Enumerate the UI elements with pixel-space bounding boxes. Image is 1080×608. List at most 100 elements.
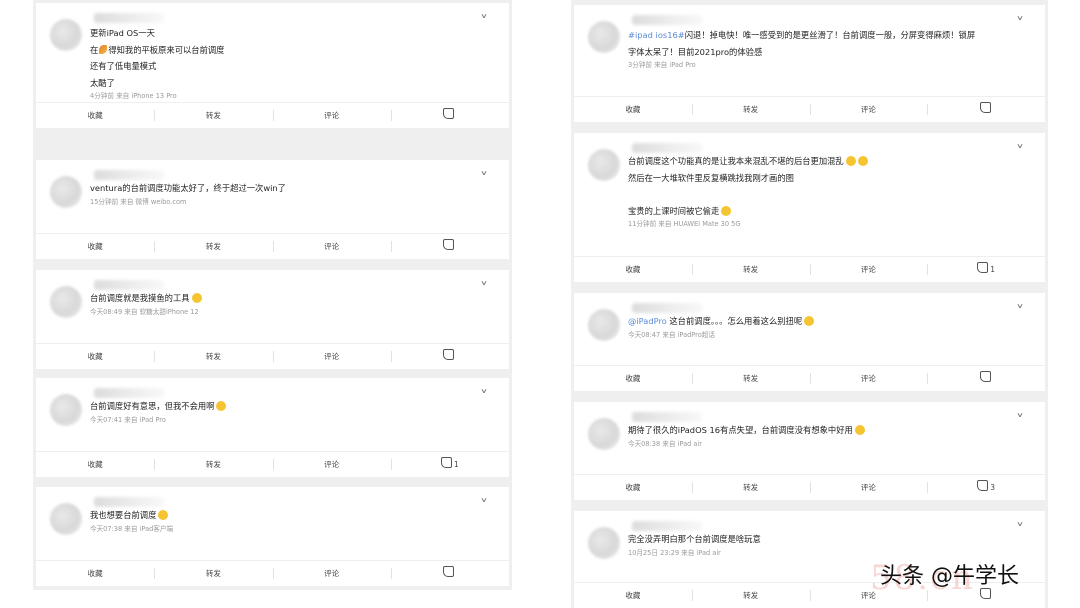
username-blurred[interactable]: [94, 497, 164, 507]
username-blurred[interactable]: [94, 388, 164, 398]
like-button[interactable]: 1: [927, 257, 1045, 282]
leaf-emoji-icon: [99, 44, 108, 54]
favorite-button[interactable]: 收藏: [36, 561, 154, 586]
username-blurred[interactable]: [632, 143, 702, 153]
post-body: 台前调度就是我摸鱼的工具 今天08:49 来自 软糖太甜iPhone 12: [90, 290, 483, 318]
thumbs-up-icon: [443, 566, 455, 577]
thumbs-up-icon: [440, 457, 452, 468]
post-meta: 4分钟前 来自 iPhone 13 Pro: [90, 92, 177, 100]
favorite-button[interactable]: 收藏: [36, 103, 154, 128]
post-text-line: [628, 186, 1019, 203]
avatar[interactable]: [588, 527, 620, 559]
thumbs-up-icon: [443, 239, 455, 250]
comment-button[interactable]: 评论: [809, 366, 928, 391]
thumbs-up-icon: [979, 371, 991, 382]
username-blurred[interactable]: [632, 412, 702, 422]
post-text-line: 期待了很久的iPadOS 16有点失望，台前调度没有想象中好用: [628, 422, 1019, 439]
post-text-line: 更新iPad OS一天: [90, 28, 155, 38]
post-meta: 今天07:38 来自 iPad客户端: [90, 524, 174, 533]
post-text-line: ventura的台前调度功能太好了，终于超过一次win了: [90, 183, 286, 193]
repost-button[interactable]: 转发: [691, 475, 810, 500]
post-text-line: 太酷了: [90, 77, 115, 88]
username-blurred[interactable]: [94, 170, 164, 180]
post-body: 完全没弄明白那个台前调度是啥玩意 10月25日 23:29 来自 iPad air: [628, 531, 1019, 559]
post-meta: 11分钟前 来自 HUAWEI Mate 30 5G: [628, 220, 741, 228]
comment-button[interactable]: 评论: [272, 561, 391, 586]
post-actions-bar: 收藏 转发 评论: [574, 96, 1045, 122]
like-button[interactable]: [390, 561, 509, 586]
like-button[interactable]: 1: [390, 452, 509, 477]
like-button[interactable]: [927, 366, 1045, 391]
emoji-icon: [191, 293, 202, 303]
avatar[interactable]: [50, 176, 82, 208]
comment-button[interactable]: 评论: [272, 103, 391, 128]
favorite-button[interactable]: 收藏: [574, 583, 692, 608]
emoji-icon: [216, 401, 227, 411]
like-button[interactable]: [390, 103, 509, 128]
repost-button[interactable]: 转发: [691, 257, 810, 282]
post-actions-bar: 收藏 转发 评论: [36, 343, 509, 369]
post-text-line: 台前调度这个功能真的是让我本来混乱不堪的后台更加混乱: [628, 153, 1019, 170]
username-blurred[interactable]: [632, 521, 702, 531]
avatar[interactable]: [588, 418, 620, 450]
toutiao-watermark: 头条 @牛学长: [880, 564, 1019, 589]
post-card: ˅ ventura的台前调度功能太好了，终于超过一次win了 15分钟前 来自 微博…: [36, 160, 509, 259]
avatar[interactable]: [50, 19, 82, 51]
comment-button[interactable]: 评论: [272, 344, 391, 369]
post-card: ˅ 我也想要台前调度 今天07:38 来自 iPad客户端 收藏 转发 评论: [36, 487, 509, 586]
avatar[interactable]: [50, 394, 82, 426]
post-actions-bar: 收藏 转发 评论 3: [574, 474, 1045, 500]
favorite-button[interactable]: 收藏: [36, 452, 154, 477]
favorite-button[interactable]: 收藏: [574, 366, 692, 391]
favorite-button[interactable]: 收藏: [36, 234, 154, 259]
favorite-button[interactable]: 收藏: [36, 344, 154, 369]
repost-button[interactable]: 转发: [691, 583, 810, 608]
username-blurred[interactable]: [632, 303, 702, 313]
post-text-line: 宝贵的上课时间被它偷走: [628, 203, 1019, 220]
thumbs-up-icon: [977, 480, 989, 491]
repost-button[interactable]: 转发: [691, 366, 810, 391]
avatar[interactable]: [50, 503, 82, 535]
username-blurred[interactable]: [94, 13, 164, 23]
post-actions-bar: 收藏 转发 评论 1: [574, 256, 1045, 282]
post-text-line: #ipad ios16#闪退！掉电快！唯一感受到的是更丝滑了！台前调度一般，分屏…: [628, 30, 976, 40]
post-card: ˅ #ipad ios16#闪退！掉电快！唯一感受到的是更丝滑了！台前调度一般，分…: [574, 5, 1045, 122]
favorite-button[interactable]: 收藏: [574, 257, 692, 282]
repost-button[interactable]: 转发: [691, 97, 810, 122]
post-actions-bar: 收藏 转发 评论 1: [36, 451, 509, 477]
username-blurred[interactable]: [94, 280, 164, 290]
right-feed-column: ˅ #ipad ios16#闪退！掉电快！唯一感受到的是更丝滑了！台前调度一般，分…: [571, 0, 1048, 608]
emoji-icon: [857, 156, 868, 166]
avatar[interactable]: [588, 149, 620, 181]
left-feed-column: ˅ 更新iPad OS一天在得知我的平板原来可以台前调度 还有了低电量模式 太酷了 4分…: [33, 0, 512, 590]
like-button[interactable]: 3: [927, 475, 1045, 500]
post-actions-bar: 收藏 转发 评论: [36, 102, 509, 128]
like-count: 3: [990, 483, 996, 492]
post-body: @iPadPro 这台前调度。。。怎么用着这么别扭呢 今天08:47 来自 iPa…: [628, 313, 1019, 341]
repost-button[interactable]: 转发: [154, 561, 272, 586]
favorite-button[interactable]: 收藏: [574, 475, 692, 500]
like-button[interactable]: [390, 344, 509, 369]
comment-button[interactable]: 评论: [809, 257, 928, 282]
comment-button[interactable]: 评论: [272, 452, 391, 477]
avatar[interactable]: [588, 309, 620, 341]
repost-button[interactable]: 转发: [154, 234, 272, 259]
mention-link[interactable]: @iPadPro: [628, 316, 667, 326]
thumbs-up-icon: [443, 108, 455, 119]
emoji-icon: [721, 205, 732, 216]
comment-button[interactable]: 评论: [809, 97, 928, 122]
comment-button[interactable]: 评论: [809, 475, 928, 500]
avatar[interactable]: [50, 286, 82, 318]
hashtag-link[interactable]: #ipad ios16#: [628, 30, 685, 40]
repost-button[interactable]: 转发: [154, 103, 272, 128]
comment-button[interactable]: 评论: [272, 234, 391, 259]
like-button[interactable]: [390, 234, 509, 259]
thumbs-up-icon: [977, 262, 989, 273]
favorite-button[interactable]: 收藏: [574, 97, 692, 122]
post-card: ˅ 台前调度好有意思，但我不会用啊 今天07:41 来自 iPad Pro 收藏 转发评…: [36, 378, 509, 477]
repost-button[interactable]: 转发: [154, 452, 272, 477]
avatar[interactable]: [588, 21, 620, 53]
username-blurred[interactable]: [632, 15, 702, 25]
like-button[interactable]: [927, 97, 1045, 122]
repost-button[interactable]: 转发: [154, 344, 272, 369]
